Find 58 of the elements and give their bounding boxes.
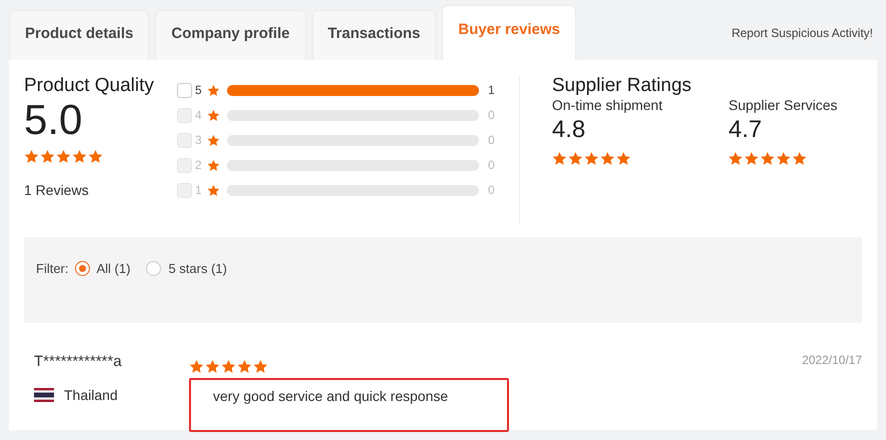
star-level: 1 — [195, 183, 203, 197]
rating-label: Supplier Services — [728, 97, 838, 113]
rating-score: 4.7 — [728, 115, 763, 145]
star-icon — [189, 359, 204, 374]
star-icon — [88, 149, 103, 164]
report-link[interactable]: Report Suspicious Activity! — [732, 26, 877, 40]
rating-count: 0 — [488, 133, 495, 147]
review-count: 1 Reviews — [24, 182, 90, 198]
star-icon — [221, 359, 236, 374]
star-icon — [616, 151, 631, 166]
rating-count: 0 — [488, 183, 495, 197]
star-level: 3 — [195, 133, 203, 147]
star-filter-checkbox[interactable] — [177, 82, 192, 98]
star-icon — [760, 151, 776, 166]
rating-count: 1 — [488, 83, 495, 97]
star-icon — [600, 151, 615, 166]
radio-button[interactable] — [74, 261, 90, 276]
star-level: 4 — [195, 108, 203, 122]
tab[interactable]: Company profile — [155, 10, 306, 60]
tab[interactable]: Product details — [9, 10, 150, 60]
tab[interactable]: Transactions — [312, 10, 436, 60]
star-icon — [207, 158, 220, 172]
star-icon — [584, 151, 599, 166]
filter-option[interactable]: All (1) — [74, 261, 130, 276]
section-title: Product Quality — [24, 75, 155, 97]
star-icon — [744, 151, 760, 166]
filter-label: Filter: — [36, 261, 68, 276]
star-icon — [207, 108, 220, 122]
star-icon — [253, 359, 268, 374]
review-date: 2022/10/17 — [802, 353, 862, 369]
filter-option[interactable]: 5 stars (1) — [146, 261, 227, 276]
star-icon — [207, 184, 220, 196]
star-icon — [72, 149, 87, 164]
star-icon — [552, 151, 567, 166]
star-icon — [237, 359, 252, 374]
star-icon — [205, 359, 220, 374]
star-icon — [728, 151, 744, 166]
star-icon — [207, 134, 220, 146]
rating-label: On-time shipment — [552, 97, 662, 113]
rating-count: 0 — [488, 158, 495, 172]
star-level: 5 — [195, 83, 203, 97]
flag-icon — [34, 388, 54, 402]
reviewer-name: T************a — [34, 353, 123, 372]
star-level: 2 — [195, 158, 203, 172]
quality-score: 5.0 — [24, 97, 84, 143]
star-icon — [24, 149, 39, 164]
radio-button[interactable] — [146, 261, 162, 276]
rating-count: 0 — [488, 108, 495, 122]
star-icon — [207, 84, 220, 96]
section-title: Supplier Ratings — [552, 75, 692, 97]
star-icon — [792, 151, 808, 166]
review-comment: very good service and quick response — [189, 378, 509, 432]
reviewer-country: Thailand — [64, 387, 118, 403]
rating-score: 4.8 — [552, 115, 586, 145]
star-icon — [776, 151, 792, 166]
star-icon — [56, 149, 71, 164]
star-icon — [568, 151, 583, 166]
star-icon — [40, 149, 55, 164]
